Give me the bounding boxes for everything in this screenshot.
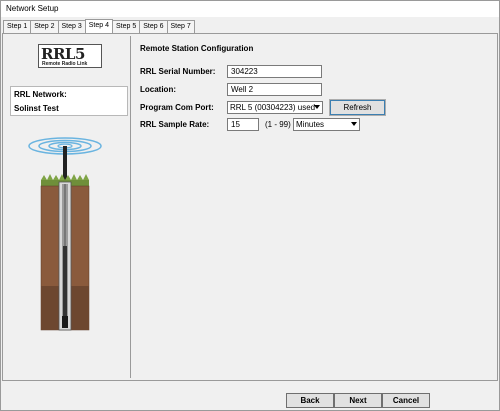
serial-number-input[interactable]: 304223 (227, 65, 322, 78)
main-panel: Remote Station Configuration RRL Serial … (137, 36, 495, 378)
tab-step-2[interactable]: Step 2 (30, 20, 59, 33)
left-panel: RRL5 Remote Radio Link RRL Network: Soli… (5, 36, 131, 378)
com-port-select[interactable]: RRL 5 (00304223) used (227, 101, 323, 114)
well-probe-radio-illustration (28, 137, 102, 331)
refresh-button[interactable]: Refresh (329, 99, 386, 116)
wizard-button-bar: Back Next Cancel (1, 383, 499, 410)
com-port-value: RRL 5 (00304223) used (230, 103, 316, 112)
rrl5-logo: RRL5 Remote Radio Link (38, 44, 102, 68)
tab-step-7[interactable]: Step 7 (166, 20, 195, 33)
location-label: Location: (140, 85, 176, 94)
network-info-box: RRL Network: Solinst Test (10, 86, 128, 116)
com-port-label: Program Com Port: (140, 103, 214, 112)
serial-label: RRL Serial Number: (140, 67, 216, 76)
section-title: Remote Station Configuration (140, 44, 254, 53)
sample-rate-unit-value: Minutes (296, 120, 325, 129)
location-input[interactable]: Well 2 (227, 83, 322, 96)
tab-step-6[interactable]: Step 6 (139, 20, 168, 33)
step-tabs: Step 1 Step 2 Step 3 Step 4 Step 5 Step … (3, 19, 195, 33)
tab-step-4[interactable]: Step 4 (84, 19, 113, 33)
title-bar: Network Setup (1, 1, 499, 17)
network-setup-window: Network Setup Step 1 Step 2 Step 3 Step … (0, 0, 500, 411)
network-label: RRL Network: (14, 90, 67, 99)
next-button[interactable]: Next (334, 393, 382, 408)
back-button[interactable]: Back (286, 393, 334, 408)
tab-step-1[interactable]: Step 1 (3, 20, 32, 33)
sample-rate-label: RRL Sample Rate: (140, 120, 210, 129)
tab-content: RRL5 Remote Radio Link RRL Network: Soli… (2, 33, 498, 381)
sample-rate-input[interactable]: 15 (227, 118, 259, 131)
sample-rate-range: (1 - 99) (265, 120, 291, 129)
logo-sub-text: Remote Radio Link (42, 61, 88, 67)
chevron-down-icon (314, 105, 320, 109)
network-value: Solinst Test (14, 104, 59, 113)
cancel-button[interactable]: Cancel (382, 393, 430, 408)
tab-step-5[interactable]: Step 5 (112, 20, 141, 33)
sample-rate-unit-select[interactable]: Minutes (293, 118, 360, 131)
chevron-down-icon (351, 122, 357, 126)
window-title: Network Setup (6, 4, 59, 13)
tab-step-3[interactable]: Step 3 (57, 20, 86, 33)
